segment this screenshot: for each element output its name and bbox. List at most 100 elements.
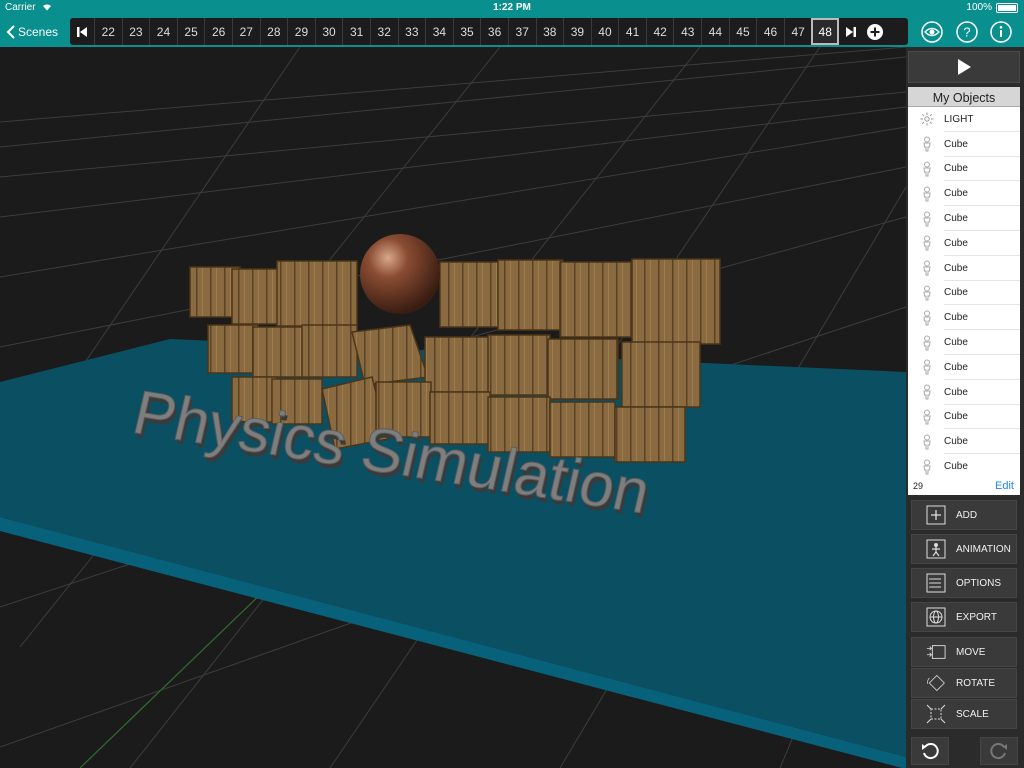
frame-26[interactable]: 26 [204,18,232,45]
object-list-item[interactable]: LIGHT [908,107,1020,132]
figure-icon [918,335,936,351]
frame-40[interactable]: 40 [590,18,619,45]
scene-viewport[interactable]: Physics Simulation Physics Simulation [0,47,906,768]
objects-list[interactable]: LIGHT Cube Cube Cube Cube Cube Cube Cube Cube Cub… [908,107,1020,477]
objects-title: My Objects [908,87,1020,107]
frame-33[interactable]: 33 [397,18,426,45]
frame-list: 22 23 24 25 26 27 28 29 30 31 32 33 34 35 36 37 38 39 40 41… [94,18,840,45]
add-icon [926,505,946,525]
frame-34[interactable]: 34 [425,18,453,45]
scenes-back-button[interactable]: Scenes [6,21,58,43]
object-label: Cube [944,386,968,398]
object-list-item[interactable]: Cube [908,132,1020,157]
rotate-button[interactable]: ROTATE [911,668,1017,698]
add-frame-button[interactable] [863,18,887,45]
object-label: Cube [944,237,968,249]
figure-icon [918,211,936,227]
frame-25[interactable]: 25 [176,18,205,45]
first-frame-button[interactable] [70,18,94,45]
figure-icon [918,235,936,251]
play-icon [958,59,971,75]
help-icon[interactable]: ? [956,21,978,43]
sphere-object [360,234,440,314]
object-list-item[interactable]: Cube [908,231,1020,256]
animation-label: ANIMATION [956,543,1011,555]
frame-45[interactable]: 45 [728,18,757,45]
add-button[interactable]: ADD [911,500,1017,530]
frame-22[interactable]: 22 [94,18,122,45]
redo-icon [990,743,1007,760]
frame-48[interactable]: 48 [811,18,840,45]
frame-30[interactable]: 30 [314,18,343,45]
right-panel: My Objects LIGHT Cube Cube Cube Cube Cube Cube… [906,47,1024,768]
frame-24[interactable]: 24 [149,18,177,45]
object-list-item[interactable]: Cube [908,157,1020,182]
object-label: Cube [944,213,968,225]
status-bar: Carrier 1:22 PM 100% [0,0,1024,16]
frame-23[interactable]: 23 [121,18,150,45]
object-list-item[interactable]: Cube [908,256,1020,281]
object-list-item[interactable]: Cube [908,429,1020,454]
object-list-item[interactable]: Cube [908,380,1020,405]
undo-button[interactable] [911,737,949,765]
figure-icon [918,359,936,375]
scene-canvas[interactable]: Physics Simulation Physics Simulation [0,47,906,768]
options-label: OPTIONS [956,577,1002,589]
frame-36[interactable]: 36 [480,18,508,45]
frame-29[interactable]: 29 [287,18,315,45]
frame-39[interactable]: 39 [563,18,591,45]
last-frame-button[interactable] [839,18,863,45]
object-list-item[interactable]: Cube [908,206,1020,231]
figure-icon [918,459,936,475]
frame-32[interactable]: 32 [369,18,398,45]
frame-44[interactable]: 44 [701,18,729,45]
object-list-item[interactable]: Cube [908,181,1020,206]
move-icon [926,642,946,662]
frame-47[interactable]: 47 [783,18,812,45]
frame-43[interactable]: 43 [673,18,701,45]
eye-icon[interactable] [921,21,943,43]
rotate-icon [926,673,946,693]
scale-button[interactable]: SCALE [911,699,1017,729]
object-list-item[interactable]: Cube [908,305,1020,330]
frame-31[interactable]: 31 [342,18,370,45]
move-button[interactable]: MOVE [911,637,1017,667]
frame-37[interactable]: 37 [507,18,536,45]
redo-button[interactable] [980,737,1018,765]
move-label: MOVE [956,646,986,658]
list-icon [926,573,946,593]
add-label: ADD [956,509,978,521]
object-label: Cube [944,337,968,349]
objects-count: 29 [913,481,924,491]
animation-button[interactable]: ANIMATION [911,534,1017,564]
play-button[interactable] [908,51,1020,83]
export-button[interactable]: EXPORT [911,602,1017,632]
frame-28[interactable]: 28 [259,18,288,45]
frame-38[interactable]: 38 [535,18,564,45]
object-list-item[interactable]: Cube [908,281,1020,306]
skip-forward-icon [846,26,857,37]
object-label: Cube [944,138,968,150]
frame-35[interactable]: 35 [452,18,481,45]
export-globe-icon [926,607,946,627]
figure-icon [918,409,936,425]
skip-back-icon [77,26,87,37]
object-list-item[interactable]: Cube [908,355,1020,380]
figure-icon [918,285,936,301]
objects-footer: 29 Edit [908,479,1020,495]
frame-27[interactable]: 27 [231,18,260,45]
object-list-item[interactable]: Cube [908,330,1020,355]
object-list-item[interactable]: Cube [908,405,1020,430]
frame-41[interactable]: 41 [618,18,646,45]
top-toolbar: Scenes 22 23 24 25 26 27 28 29 30 31 32 33 34 35 36 37 3… [0,16,1024,47]
figure-icon [918,186,936,202]
options-button[interactable]: OPTIONS [911,568,1017,598]
edit-objects-button[interactable]: Edit [995,480,1014,492]
figure-icon [918,434,936,450]
frame-46[interactable]: 46 [756,18,784,45]
object-list-item[interactable]: Cube [908,454,1020,477]
object-label: Cube [944,312,968,324]
frame-42[interactable]: 42 [645,18,674,45]
figure-icon [918,384,936,400]
info-icon[interactable] [990,21,1012,43]
